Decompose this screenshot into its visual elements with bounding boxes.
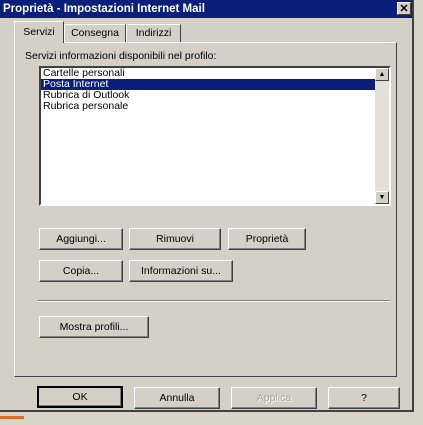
close-button[interactable]: ✕ <box>397 2 411 15</box>
tab-indirizzi[interactable]: Indirizzi <box>126 24 181 42</box>
title-bar[interactable]: Proprietà - Impostazioni Internet Mail ✕ <box>0 0 412 18</box>
separator <box>38 300 390 302</box>
remove-button[interactable]: Rimuovi <box>129 228 221 250</box>
tab-label: Indirizzi <box>135 27 172 39</box>
list-item[interactable]: Rubrica personale <box>41 101 389 112</box>
show-profiles-button-label: Mostra profili... <box>59 321 129 333</box>
tab-label: Consegna <box>71 27 119 39</box>
help-button[interactable]: ? <box>328 387 400 409</box>
services-listbox[interactable]: Cartelle personali Posta Internet Rubric… <box>39 66 391 206</box>
add-button[interactable]: Aggiungi... <box>39 228 123 250</box>
vertical-scrollbar[interactable]: ▲ ▼ <box>375 68 389 204</box>
scroll-up-button[interactable]: ▲ <box>375 68 389 81</box>
arrow-down-icon: ▼ <box>378 194 386 201</box>
services-list-label: Servizi informazioni disponibili nel pro… <box>25 50 217 62</box>
show-profiles-button[interactable]: Mostra profili... <box>39 316 149 338</box>
ok-button-label: OK <box>72 391 88 403</box>
apply-button[interactable]: Applica <box>231 387 317 409</box>
about-button[interactable]: Informazioni su... <box>129 260 233 282</box>
help-button-label: ? <box>361 392 367 404</box>
properties-button-label: Proprietà <box>245 233 289 245</box>
scroll-down-button[interactable]: ▼ <box>375 191 389 204</box>
add-button-label: Aggiungi... <box>56 233 106 245</box>
cancel-button-label: Annulla <box>159 392 195 404</box>
properties-button[interactable]: Proprietà <box>228 228 306 250</box>
tab-servizi[interactable]: Servizi <box>14 21 64 43</box>
copy-button-label: Copia... <box>62 265 100 277</box>
properties-dialog: Proprietà - Impostazioni Internet Mail ✕… <box>0 0 414 412</box>
cancel-button[interactable]: Annulla <box>134 387 220 409</box>
copy-button[interactable]: Copia... <box>39 260 123 282</box>
decorative-mark <box>0 416 24 419</box>
remove-button-label: Rimuovi <box>156 233 194 245</box>
tab-consegna[interactable]: Consegna <box>64 24 126 42</box>
apply-button-label: Applica <box>256 392 292 404</box>
window-title: Proprietà - Impostazioni Internet Mail <box>3 3 205 15</box>
close-icon: ✕ <box>399 3 409 15</box>
arrow-up-icon: ▲ <box>378 71 386 78</box>
about-button-label: Informazioni su... <box>141 265 221 277</box>
tab-label: Servizi <box>23 26 55 38</box>
ok-button[interactable]: OK <box>37 386 123 408</box>
